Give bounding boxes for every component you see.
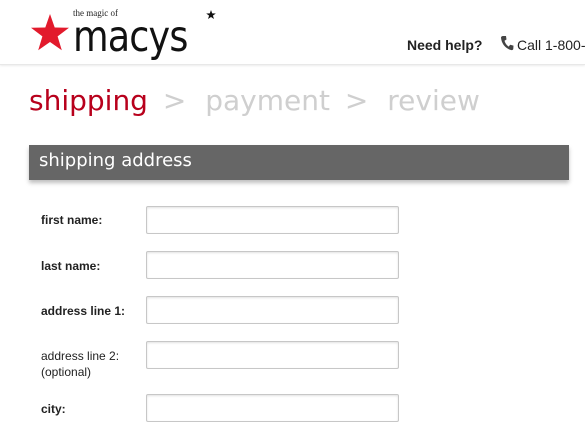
address-line-2-optional-note: (optional) [41, 365, 92, 379]
checkout-steps: shipping > payment > review [29, 84, 480, 124]
first-name-input[interactable] [146, 206, 399, 234]
last-name-label: last name: [41, 259, 101, 273]
step-payment: payment [205, 84, 330, 117]
last-name-input[interactable] [146, 251, 399, 279]
site-header: the magic of macys Need help? Call 1-800… [0, 0, 585, 65]
step-review: review [387, 84, 480, 117]
section-title: shipping address [39, 150, 192, 171]
address-line-2-label: address line 2: [41, 349, 120, 363]
first-name-label: first name: [41, 213, 103, 227]
phone-icon [500, 36, 514, 51]
small-star-icon [206, 10, 216, 19]
address-line-1-input[interactable] [146, 296, 399, 324]
shipping-address-header: shipping address [29, 145, 569, 180]
step-separator-icon: > [162, 84, 187, 117]
city-label: city: [41, 402, 66, 416]
step-shipping: shipping [29, 84, 148, 117]
need-help-label: Need help? [407, 37, 483, 53]
address-line-2-label-group: address line 2: (optional) [41, 349, 119, 379]
address-line-1-label: address line 1: [41, 304, 126, 318]
step-separator-icon: > [344, 84, 369, 117]
star-icon [31, 14, 69, 51]
logo-wordmark: macys [73, 12, 188, 62]
city-input[interactable] [146, 394, 399, 422]
phone-number-link[interactable]: Call 1-800- [517, 37, 585, 53]
macys-logo[interactable]: the magic of macys [30, 4, 220, 62]
address-line-2-input[interactable] [146, 341, 399, 369]
